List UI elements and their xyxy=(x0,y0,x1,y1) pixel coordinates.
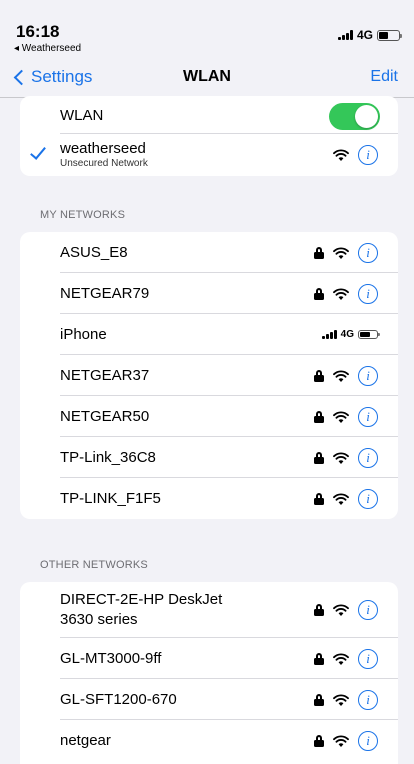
info-icon[interactable]: i xyxy=(358,447,378,468)
connected-network-row[interactable]: weatherseed Unsecured Network i xyxy=(20,134,398,176)
wlan-toggle[interactable] xyxy=(329,103,380,130)
wifi-icon xyxy=(333,410,349,423)
network-name: NETGEAR79 xyxy=(60,285,150,302)
network-row[interactable]: TP-LINK_F1F5 i xyxy=(20,478,398,519)
network-name: iPhone xyxy=(60,326,107,343)
wifi-icon xyxy=(333,734,349,747)
status-indicators: 4G xyxy=(337,28,402,42)
network-row[interactable]: TP-Link_36C8 i xyxy=(20,437,398,478)
info-icon[interactable]: i xyxy=(358,365,378,386)
wifi-icon xyxy=(333,369,349,382)
hotspot-row[interactable]: iPhone 4G xyxy=(20,314,398,355)
network-name: NETGEAR37 xyxy=(60,367,150,384)
network-row[interactable]: netgear i xyxy=(20,720,398,761)
wifi-icon xyxy=(333,287,349,300)
wifi-icon xyxy=(333,451,349,464)
network-type: 4G xyxy=(356,28,373,42)
wifi-icon xyxy=(333,149,349,161)
network-row[interactable]: DIRECT-2E-HP DeskJet 3630 series i xyxy=(20,582,398,638)
wifi-icon xyxy=(333,693,349,706)
wlan-toggle-row: WLAN xyxy=(20,96,398,134)
network-name: GL-SFT1200-670 xyxy=(60,691,177,708)
lock-icon xyxy=(314,734,324,747)
status-time: 16:18 xyxy=(16,22,60,41)
network-row[interactable]: NETGEAR79 i xyxy=(20,273,398,314)
wlan-group: WLAN weatherseed Unsecured Network i xyxy=(20,96,398,176)
network-name: TP-LINK_F1F5 xyxy=(60,490,161,507)
other-networks-group: DIRECT-2E-HP DeskJet 3630 series i GL-MT3… xyxy=(20,582,398,764)
info-icon[interactable]: i xyxy=(358,600,378,620)
info-icon[interactable]: i xyxy=(358,242,378,263)
back-to-app-link[interactable]: ◂ Weatherseed xyxy=(14,43,81,54)
cellular-signal-icon xyxy=(337,30,353,40)
lock-icon xyxy=(314,451,324,464)
network-row[interactable]: ASUS_E8 i xyxy=(20,232,398,273)
hotspot-network-type: 4G xyxy=(340,329,354,340)
wlan-label: WLAN xyxy=(60,107,104,124)
info-icon[interactable]: i xyxy=(358,145,378,165)
wifi-icon xyxy=(333,652,349,665)
lock-icon xyxy=(314,693,324,706)
toggle-knob xyxy=(355,105,378,128)
network-row[interactable]: GL-MT3000-9ff i xyxy=(20,638,398,679)
page-title: WLAN xyxy=(183,68,231,85)
battery-icon xyxy=(358,330,380,339)
checkmark-icon xyxy=(30,143,46,160)
other-networks-header: OTHER NETWORKS xyxy=(40,559,148,571)
my-networks-header: MY NETWORKS xyxy=(40,209,126,221)
network-name: netgear xyxy=(60,732,111,749)
wifi-icon xyxy=(333,492,349,505)
my-networks-group: ASUS_E8 i NETGEAR79 i iPhone 4G NETGEAR3… xyxy=(20,232,398,519)
network-name: DIRECT-2E-HP DeskJet 3630 series xyxy=(60,590,222,630)
lock-icon xyxy=(314,652,324,665)
connected-network-name: weatherseed xyxy=(60,140,146,157)
network-name-line: 3630 series xyxy=(60,611,138,628)
network-name-line: DIRECT-2E-HP DeskJet xyxy=(60,591,223,608)
network-row[interactable]: NETGEAR50 i xyxy=(20,396,398,437)
cellular-signal-icon xyxy=(321,330,337,339)
network-row[interactable]: NETGEAR37 i xyxy=(20,355,398,396)
info-icon[interactable]: i xyxy=(358,488,378,509)
status-bar: 16:18 ◂ Weatherseed 4G xyxy=(0,0,414,58)
navigation-bar: Settings WLAN Edit xyxy=(0,58,414,98)
info-icon[interactable]: i xyxy=(358,283,378,304)
lock-icon xyxy=(314,492,324,505)
network-name: NETGEAR50 xyxy=(60,408,150,425)
network-row[interactable]: GL-SFT1200-670 i xyxy=(20,679,398,720)
lock-icon xyxy=(314,410,324,423)
lock-icon xyxy=(314,604,324,616)
info-icon[interactable]: i xyxy=(358,730,378,751)
network-name: GL-MT3000-9ff xyxy=(60,650,162,667)
lock-icon xyxy=(314,369,324,382)
connected-network-security: Unsecured Network xyxy=(60,158,148,169)
lock-icon xyxy=(314,287,324,300)
lock-icon xyxy=(314,246,324,259)
info-icon[interactable]: i xyxy=(358,648,378,669)
network-name: TP-Link_36C8 xyxy=(60,449,156,466)
network-name: ASUS_E8 xyxy=(60,244,128,261)
edit-button[interactable]: Edit xyxy=(370,68,398,86)
info-icon[interactable]: i xyxy=(358,406,378,427)
wifi-icon xyxy=(333,246,349,259)
wifi-icon xyxy=(333,604,349,616)
info-icon[interactable]: i xyxy=(358,689,378,710)
battery-icon xyxy=(377,29,402,41)
